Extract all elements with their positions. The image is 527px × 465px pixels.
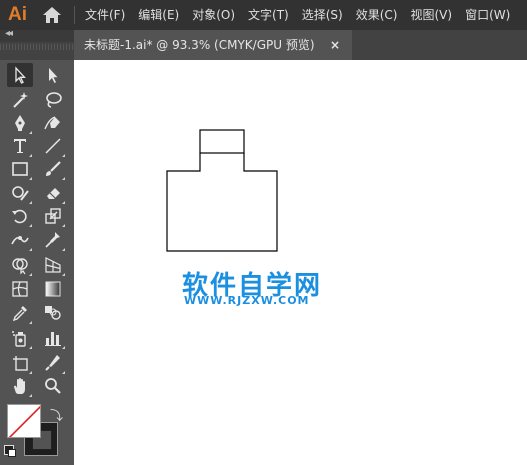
fill-swatch[interactable] xyxy=(7,404,41,438)
type-tool-icon xyxy=(14,139,26,153)
default-fill-stroke-icon[interactable] xyxy=(4,445,16,457)
menu-view[interactable]: 视图(V) xyxy=(405,0,457,30)
artboard-canvas[interactable]: 软件自学网 WWW.RJZXW.COM xyxy=(74,60,527,465)
neck-body-outline xyxy=(166,153,278,252)
menu-effect[interactable]: 效果(C) xyxy=(351,0,403,30)
zoom-tool[interactable] xyxy=(40,374,66,398)
symbol-sprayer-tool-icon xyxy=(12,331,26,347)
width-tool-icon xyxy=(11,236,29,245)
blend-tool[interactable] xyxy=(40,301,66,325)
gradient-tool[interactable] xyxy=(40,277,66,301)
curvature-tool-icon xyxy=(44,116,60,130)
line-segment-tool-icon xyxy=(45,138,61,154)
menu-type[interactable]: 文字(T) xyxy=(243,0,294,30)
lasso-tool-icon xyxy=(46,92,62,108)
none-fill-icon xyxy=(8,405,40,437)
direct-selection-tool[interactable] xyxy=(40,63,66,87)
shape-builder-tool[interactable] xyxy=(7,253,33,277)
paintbrush-tool[interactable] xyxy=(40,157,66,181)
rectangle-tool-icon xyxy=(12,162,28,176)
hand-tool[interactable] xyxy=(7,374,33,398)
slice-tool-icon xyxy=(45,355,60,371)
rotate-tool[interactable] xyxy=(7,204,33,228)
shaper-tool[interactable] xyxy=(7,181,33,205)
bottle-outline xyxy=(166,129,278,252)
eraser-tool-icon xyxy=(47,188,60,199)
line-segment-tool[interactable] xyxy=(40,134,66,158)
column-graph-tool[interactable] xyxy=(40,326,66,350)
home-button[interactable] xyxy=(42,6,62,24)
menu-edit[interactable]: 编辑(E) xyxy=(133,0,184,30)
menu-select[interactable]: 选择(S) xyxy=(297,0,348,30)
curvature-tool[interactable] xyxy=(40,111,66,135)
hand-tool-icon xyxy=(14,378,25,394)
width-tool[interactable] xyxy=(7,228,33,252)
document-tab-bar: ◂◂ 未标题-1.ai* @ 93.3% (CMYK/GPU 预览) × xyxy=(0,28,527,60)
lasso-tool[interactable] xyxy=(40,88,66,112)
artwork-shapes xyxy=(166,129,278,252)
zoom-tool-icon xyxy=(45,378,61,394)
eraser-tool[interactable] xyxy=(40,181,66,205)
pen-tool[interactable] xyxy=(7,111,33,135)
rotate-tool-icon xyxy=(12,209,27,224)
direct-selection-tool-icon xyxy=(49,68,58,83)
app-logo: Ai xyxy=(8,4,27,25)
rectangle-tool[interactable] xyxy=(7,157,33,181)
menu-window[interactable]: 窗口(W) xyxy=(460,0,515,30)
watermark-url: WWW.RJZXW.COM xyxy=(184,294,310,307)
menu-divider xyxy=(74,6,75,24)
shape-builder-tool-icon xyxy=(12,258,28,275)
eyedropper-tool-icon xyxy=(12,306,27,322)
pen-tool-icon xyxy=(15,115,25,131)
menu-object[interactable]: 对象(O) xyxy=(187,0,240,30)
document-tab[interactable]: 未标题-1.ai* @ 93.3% (CMYK/GPU 预览) × xyxy=(74,30,352,60)
type-tool[interactable] xyxy=(7,134,33,158)
perspective-grid-tool[interactable] xyxy=(40,253,66,277)
artboard-tool[interactable] xyxy=(7,351,33,375)
symbol-sprayer-tool[interactable] xyxy=(7,326,33,350)
perspective-grid-tool-icon xyxy=(45,257,61,273)
slice-tool[interactable] xyxy=(40,351,66,375)
home-icon xyxy=(43,7,61,23)
shaper-tool-icon xyxy=(12,186,29,201)
puppet-warp-tool[interactable] xyxy=(40,228,66,252)
menu-bar: Ai 文件(F) 编辑(E) 对象(O) 文字(T) 选择(S) 效果(C) 视… xyxy=(0,0,527,30)
column-graph-tool-icon xyxy=(45,332,61,346)
main-menu: 文件(F) 编辑(E) 对象(O) 文字(T) 选择(S) 效果(C) 视图(V… xyxy=(80,0,518,30)
panel-collapse-button[interactable]: ◂◂ xyxy=(0,28,74,42)
document-tab-title: 未标题-1.ai* @ 93.3% (CMYK/GPU 预览) xyxy=(84,38,315,52)
blend-tool-icon xyxy=(45,306,61,320)
double-chevron-left-icon: ◂◂ xyxy=(5,28,13,39)
gradient-tool-icon xyxy=(45,281,61,297)
scale-tool-icon xyxy=(45,208,61,224)
swap-fill-stroke-icon[interactable]: ⤵ xyxy=(50,405,63,424)
close-icon[interactable]: × xyxy=(330,30,340,60)
toolbar-grip[interactable] xyxy=(0,44,74,50)
puppet-warp-tool-icon xyxy=(45,232,60,248)
magic-wand-tool-icon xyxy=(13,92,28,108)
scale-tool[interactable] xyxy=(40,204,66,228)
menu-file[interactable]: 文件(F) xyxy=(80,0,130,30)
cap-top-rect xyxy=(199,129,245,154)
mesh-tool[interactable] xyxy=(7,277,33,301)
tools-panel: ⤵ xyxy=(0,60,74,465)
mesh-tool-icon xyxy=(12,281,28,297)
selection-tool-icon xyxy=(15,66,26,84)
magic-wand-tool[interactable] xyxy=(7,88,33,112)
artboard-tool-icon xyxy=(13,356,28,371)
selection-tool[interactable] xyxy=(7,63,33,87)
eyedropper-tool[interactable] xyxy=(7,301,33,325)
paintbrush-tool-icon xyxy=(46,161,61,176)
